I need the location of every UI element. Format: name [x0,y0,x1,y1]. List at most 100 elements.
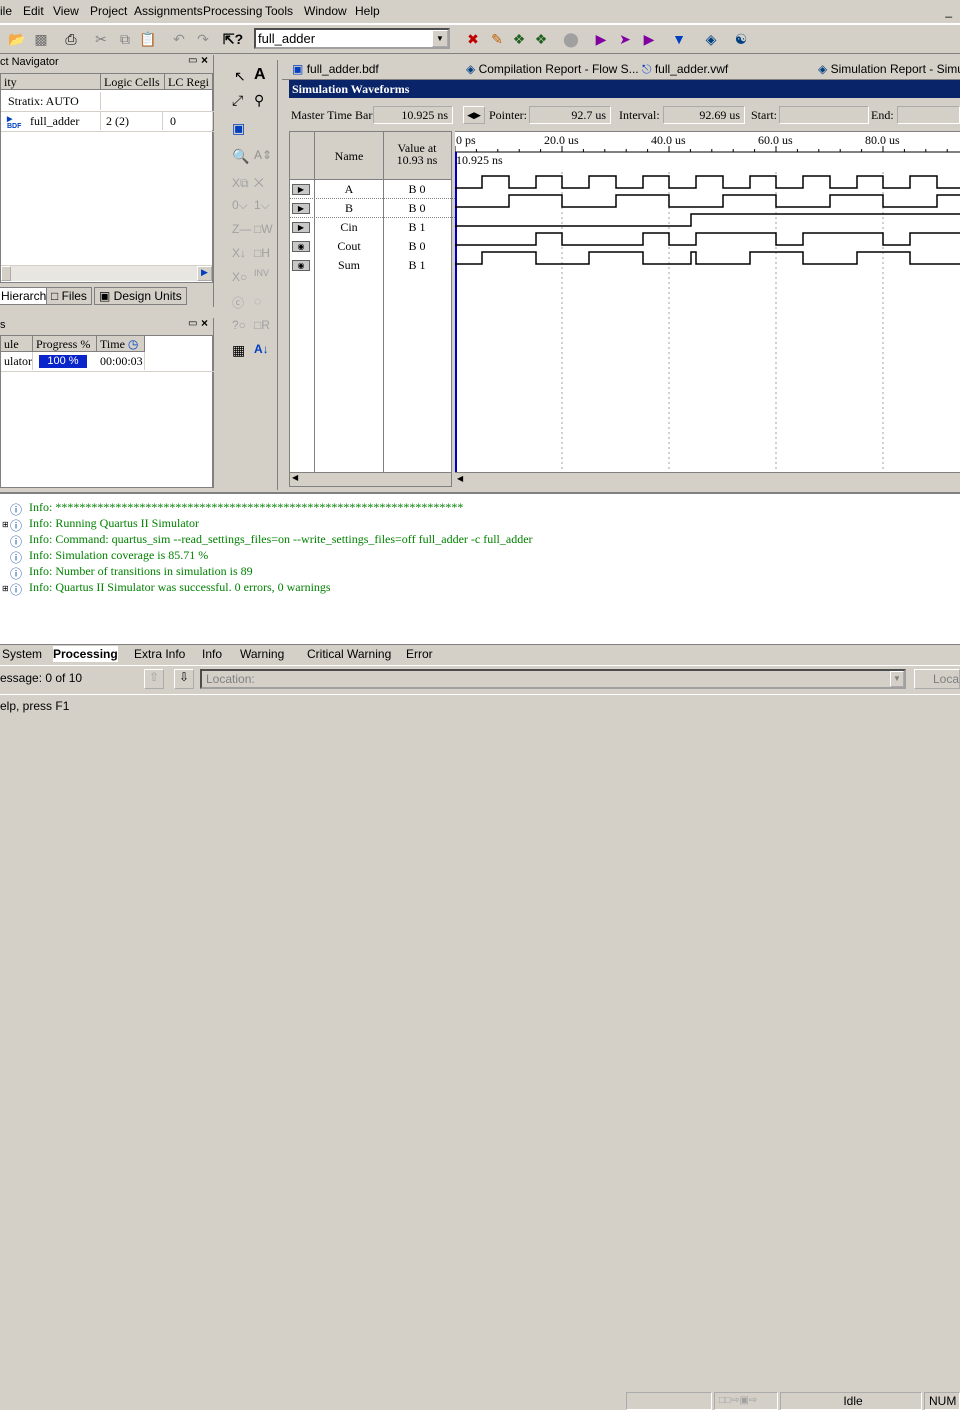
menu-window[interactable]: Window [304,4,347,18]
waveform-h-scrollbar[interactable]: ◀ [455,472,960,488]
tab-error[interactable]: Error [406,646,433,662]
col-entity[interactable]: ity [1,74,101,90]
signal-row[interactable]: ◉ Cout B 0 [290,237,455,256]
menu-tools[interactable]: Tools [265,4,293,18]
col-progress[interactable]: Progress % [33,336,97,352]
location-combo[interactable]: Location: ▼ [200,669,906,689]
tab-compilation-report[interactable]: ◈ Compilation Report - Flow S... [466,59,639,79]
clock-value-icon[interactable]: ◌ [254,294,261,308]
menu-edit[interactable]: Edit [23,4,44,18]
programmer-icon[interactable]: ◈ [700,28,722,50]
signal-row[interactable]: ▶ A B 0 [290,180,455,199]
end-field[interactable] [897,106,960,124]
tab-design-units[interactable]: ▣ Design Units [94,287,187,305]
weak-high-icon[interactable]: □H [254,246,270,260]
tab-critical-warning[interactable]: Critical Warning [307,646,391,662]
unknown-icon[interactable]: ⨉ [254,176,264,191]
node-finder-icon[interactable]: ⤢ [232,92,243,109]
time-bar-arrows[interactable]: ◀▶ [463,106,485,124]
master-time-field[interactable]: 10.925 ns [373,106,453,124]
col-time[interactable]: Time ◷ [97,336,145,352]
scroll-thumb[interactable] [1,266,11,281]
menu-file[interactable]: ile [0,4,12,18]
restore-icon[interactable]: ▭ [188,318,197,329]
stop-icon[interactable]: ⬤ [560,28,582,50]
undo-icon[interactable]: ↶ [168,28,190,50]
cut-icon[interactable]: ✂ [90,28,112,50]
waveform-trace-b[interactable] [455,194,960,208]
replace-icon[interactable]: A⇕ [254,148,272,162]
random-value-icon[interactable]: □R [254,318,270,332]
weak-icon[interactable]: □W [254,222,273,236]
scroll-left-icon[interactable]: ◀ [292,473,298,482]
close-icon[interactable]: × [201,316,208,330]
log-line[interactable]: ⓘ Info: Command: quartus_sim --read_sett… [2,532,533,549]
tab-simulation-report[interactable]: ◈ Simulation Report - Simula [818,59,960,79]
log-line[interactable]: ⊞ⓘ Info: Quartus II Simulator was succes… [2,580,331,597]
selection-tool-icon[interactable]: ↖ [234,68,246,85]
waveform-trace-cin[interactable] [455,213,960,227]
menu-view[interactable]: View [53,4,79,18]
open-icon[interactable]: 📂 [6,28,28,50]
find-icon[interactable]: 🔍 [232,148,249,165]
next-message-icon[interactable]: ⇩ [174,669,194,689]
prev-message-icon[interactable]: ⇧ [144,669,164,689]
print-icon[interactable]: ⎙ [60,28,82,50]
tab-files[interactable]: □ Files [46,287,92,305]
log-line[interactable]: ⊞ⓘ Info: Running Quartus II Simulator [2,516,199,533]
waveform-svg[interactable]: 0 ps20.0 us40.0 us60.0 us80.0 us1010.925… [455,132,960,488]
simulate-icon[interactable]: ▶ [638,28,660,50]
chevron-down-icon[interactable]: ▼ [432,30,448,47]
tab-full-adder-vwf[interactable]: ⎋ full_adder.vwf [642,59,728,79]
tab-system[interactable]: System [2,646,42,662]
device-cell[interactable]: Stratix: AUTO [5,92,101,110]
weak-low-icon[interactable]: X↓ [232,246,246,260]
fullscreen-icon[interactable]: ▣ [232,120,245,137]
invert-icon[interactable]: INV [254,268,269,278]
fitter-icon[interactable]: ❖ [508,28,530,50]
signal-h-scrollbar[interactable]: ◀ [290,472,451,486]
compile-icon[interactable]: ✖ [462,28,484,50]
signal-row[interactable]: ▶ Cin B 1 [290,218,455,237]
col-logic-cells[interactable]: Logic Cells [101,74,165,90]
force-low-icon[interactable]: 0⌵ [232,198,248,213]
dont-care-icon[interactable]: X○ [232,270,247,284]
entity-cell[interactable]: full_adder [27,112,101,130]
waveform-trace-sum[interactable] [455,251,960,265]
assembler-icon[interactable]: ❖ [530,28,552,50]
waveform-canvas[interactable]: 0 ps20.0 us40.0 us60.0 us80.0 us1010.925… [455,131,960,488]
log-line[interactable]: ⓘ Info: Simulation coverage is 85.71 % [2,548,208,565]
waveform-trace-a[interactable] [455,175,960,189]
chevron-down-icon[interactable]: ▼ [890,671,904,687]
menu-project[interactable]: Project [90,4,127,18]
scroll-left-icon[interactable]: ◀ [457,474,463,483]
project-combo[interactable]: full_adder ▼ [254,28,450,49]
sort-icon[interactable]: A↓ [254,342,269,356]
paste-icon[interactable]: 📋 [137,28,159,50]
scroll-right-icon[interactable]: ▶ [197,266,212,281]
expand-icon[interactable]: ⊞ [2,584,10,593]
log-line[interactable]: ⓘ Info: ********************************… [2,500,463,517]
signal-row[interactable]: ◉ Sum B 1 [290,256,455,275]
snap-grid-icon[interactable]: ▦ [232,342,245,359]
signal-row[interactable]: ▶ B B 0 [290,199,455,218]
force-high-icon[interactable]: 1⌵ [254,198,270,213]
help-pointer-icon[interactable]: ⇱? [222,28,244,50]
report-icon[interactable]: ▼ [668,28,690,50]
timing-icon[interactable]: ➤ [614,28,636,50]
copy-icon[interactable]: ⧉ [114,28,136,50]
tab-processing[interactable]: Processing [53,646,118,662]
megawizard-icon[interactable]: ☯ [730,28,752,50]
menu-assignments[interactable]: Assignments [134,4,203,18]
text-tool-icon[interactable]: A [254,66,266,84]
log-line[interactable]: ⓘ Info: Number of transitions in simulat… [2,564,253,581]
restore-icon[interactable]: ▭ [188,55,197,66]
zoom-tool-icon[interactable]: ⚲ [254,92,264,109]
h-scrollbar[interactable]: ▶ [1,265,212,281]
col-name[interactable]: Name [315,149,383,164]
arbitrary-value-icon[interactable]: ?○ [232,318,246,332]
expand-icon[interactable]: ⊞ [2,520,10,529]
col-module[interactable]: ule [1,336,33,352]
analysis-icon[interactable]: ✎ [486,28,508,50]
col-lc-regs[interactable]: LC Regi [165,74,213,90]
